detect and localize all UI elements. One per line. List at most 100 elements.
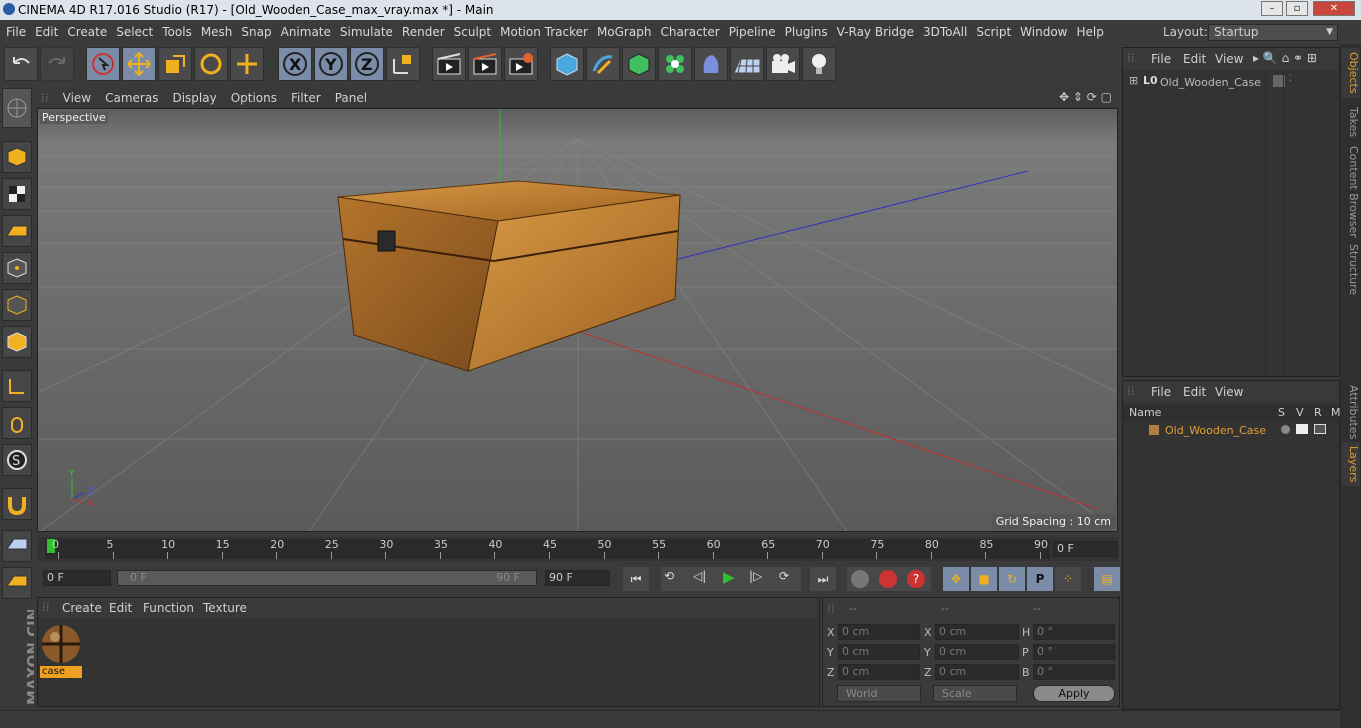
- redo-button[interactable]: [40, 47, 74, 81]
- render-icon[interactable]: [1314, 424, 1326, 434]
- size-y-field[interactable]: 0 cm: [935, 644, 1019, 660]
- object-toolbar-icons[interactable]: ▸ 🔍 ⌂ ⚭ ⊞: [1253, 51, 1317, 65]
- material-swatch[interactable]: case: [40, 622, 82, 678]
- prev-frame-icon[interactable]: ◁|: [693, 569, 706, 583]
- y-axis-lock-icon[interactable]: Y: [314, 47, 348, 81]
- solo-icon[interactable]: [1281, 425, 1290, 434]
- apply-button[interactable]: Apply: [1033, 685, 1115, 702]
- workplane-mode-icon[interactable]: [2, 215, 32, 247]
- menu-script[interactable]: Script: [976, 25, 1011, 39]
- material-menu-create[interactable]: Create: [62, 601, 102, 615]
- menu-plugins[interactable]: Plugins: [785, 25, 828, 39]
- axis-mode-icon[interactable]: [2, 370, 32, 402]
- object-row[interactable]: ⊞ L0 Old_Wooden_Case ⁚: [1123, 74, 1339, 92]
- menu-edit[interactable]: Edit: [35, 25, 58, 39]
- menu-snap[interactable]: Snap: [241, 25, 271, 39]
- col-s[interactable]: S: [1278, 406, 1285, 419]
- polygons-mode-icon[interactable]: [2, 326, 32, 358]
- cube-primitive-icon[interactable]: [550, 47, 584, 81]
- col-v[interactable]: V: [1296, 406, 1304, 419]
- view-icon[interactable]: [1296, 424, 1308, 434]
- menu-3dtoall[interactable]: 3DToAll: [923, 25, 967, 39]
- next-key-icon[interactable]: ⟳: [779, 569, 789, 583]
- go-to-start-icon[interactable]: ⏮: [623, 567, 649, 591]
- key-position-icon[interactable]: ✥: [943, 567, 969, 591]
- timeline-window-icon[interactable]: ▤: [1094, 567, 1120, 591]
- timeline-ruler[interactable]: 0 5 10 15 20 25 30 35 40 45 50 55 60 65 70 75 80 85 90 0 F: [37, 537, 1118, 561]
- material-menu-edit[interactable]: Edit: [109, 601, 132, 615]
- next-frame-icon[interactable]: |▷: [749, 569, 762, 583]
- pos-y-field[interactable]: 0 cm: [838, 644, 920, 660]
- render-view-icon[interactable]: [432, 47, 466, 81]
- menu-render[interactable]: Render: [402, 25, 445, 39]
- pos-x-field[interactable]: 0 cm: [838, 624, 920, 640]
- key-scale-icon[interactable]: ■: [971, 567, 997, 591]
- menu-simulate[interactable]: Simulate: [340, 25, 393, 39]
- play-icon[interactable]: ▶: [723, 568, 735, 586]
- deformer-icon[interactable]: [694, 47, 728, 81]
- menu-sculpt[interactable]: Sculpt: [454, 25, 491, 39]
- viewport-menu-view[interactable]: View: [63, 91, 91, 105]
- minimize-button[interactable]: –: [1261, 1, 1283, 16]
- rot-p-field[interactable]: 0 °: [1033, 644, 1115, 660]
- menu-mesh[interactable]: Mesh: [201, 25, 233, 39]
- model-mode-icon[interactable]: [2, 141, 32, 173]
- tab-layers[interactable]: Layers: [1342, 442, 1360, 486]
- x-axis-lock-icon[interactable]: X: [278, 47, 312, 81]
- size-x-field[interactable]: 0 cm: [935, 624, 1019, 640]
- camera-icon[interactable]: [766, 47, 800, 81]
- tab-objects[interactable]: Objects: [1342, 48, 1360, 98]
- menu-motion-tracker[interactable]: Motion Tracker: [500, 25, 588, 39]
- rot-h-field[interactable]: 0 °: [1033, 624, 1115, 640]
- coordinate-system-icon[interactable]: [386, 47, 420, 81]
- record-active-icon[interactable]: [851, 570, 869, 588]
- move-tool-icon[interactable]: [122, 47, 156, 81]
- viewport-menu-cameras[interactable]: Cameras: [105, 91, 158, 105]
- keyframe-selection-icon[interactable]: ?: [907, 570, 925, 588]
- coordinate-space-dropdown[interactable]: World: [837, 685, 921, 702]
- layer-menu-edit[interactable]: Edit: [1183, 385, 1206, 399]
- size-z-field[interactable]: 0 cm: [935, 664, 1019, 680]
- rot-b-field[interactable]: 0 °: [1033, 664, 1115, 680]
- pos-z-field[interactable]: 0 cm: [838, 664, 920, 680]
- end-frame-field[interactable]: 90 F: [545, 570, 610, 586]
- cloner-icon[interactable]: [658, 47, 692, 81]
- workplane-lock-icon[interactable]: [2, 530, 32, 562]
- object-menu-file[interactable]: File: [1151, 52, 1171, 66]
- maximize-button[interactable]: ▫: [1286, 1, 1308, 16]
- key-rotation-icon[interactable]: ↻: [999, 567, 1025, 591]
- z-axis-lock-icon[interactable]: Z: [350, 47, 384, 81]
- layer-row[interactable]: Old_Wooden_Case: [1123, 423, 1339, 439]
- object-menu-view[interactable]: View: [1215, 52, 1243, 66]
- tab-content-browser[interactable]: Content Browser: [1342, 144, 1360, 240]
- snapping-icon[interactable]: S: [2, 444, 32, 476]
- autokey-icon[interactable]: [879, 570, 897, 588]
- tab-takes[interactable]: Takes: [1342, 102, 1360, 142]
- render-to-picture-viewer-icon[interactable]: [468, 47, 502, 81]
- col-r[interactable]: R: [1314, 406, 1322, 419]
- perspective-viewport[interactable]: Perspective Grid Spacing : 10 cm Y Z X: [37, 108, 1118, 532]
- key-parameter-icon[interactable]: P: [1027, 567, 1053, 591]
- menu-character[interactable]: Character: [660, 25, 719, 39]
- tab-structure[interactable]: Structure: [1342, 242, 1360, 298]
- layer-menu-view[interactable]: View: [1215, 385, 1243, 399]
- visibility-dots-icon[interactable]: ⁚: [1289, 74, 1292, 84]
- prev-key-icon[interactable]: ⟲: [664, 569, 674, 583]
- rotate-tool-icon[interactable]: [194, 47, 228, 81]
- menu-help[interactable]: Help: [1076, 25, 1103, 39]
- grid-snap-icon[interactable]: [2, 567, 32, 599]
- start-frame-field[interactable]: 0 F: [43, 570, 111, 586]
- viewport-menu-display[interactable]: Display: [172, 91, 216, 105]
- material-menu-texture[interactable]: Texture: [203, 601, 247, 615]
- points-mode-icon[interactable]: [2, 252, 32, 284]
- current-frame-field[interactable]: 0 F: [1053, 541, 1118, 557]
- render-settings-icon[interactable]: [504, 47, 538, 81]
- pen-spline-icon[interactable]: [586, 47, 620, 81]
- expand-icon[interactable]: ⊞: [1129, 74, 1138, 87]
- edges-mode-icon[interactable]: [2, 289, 32, 321]
- make-editable-icon[interactable]: [2, 88, 32, 128]
- viewport-nav-icons[interactable]: ✥ ⇕ ⟳ ▢: [1059, 90, 1112, 104]
- undo-button[interactable]: [4, 47, 38, 81]
- col-name[interactable]: Name: [1129, 406, 1161, 419]
- layout-dropdown[interactable]: Startup ▼: [1208, 24, 1338, 41]
